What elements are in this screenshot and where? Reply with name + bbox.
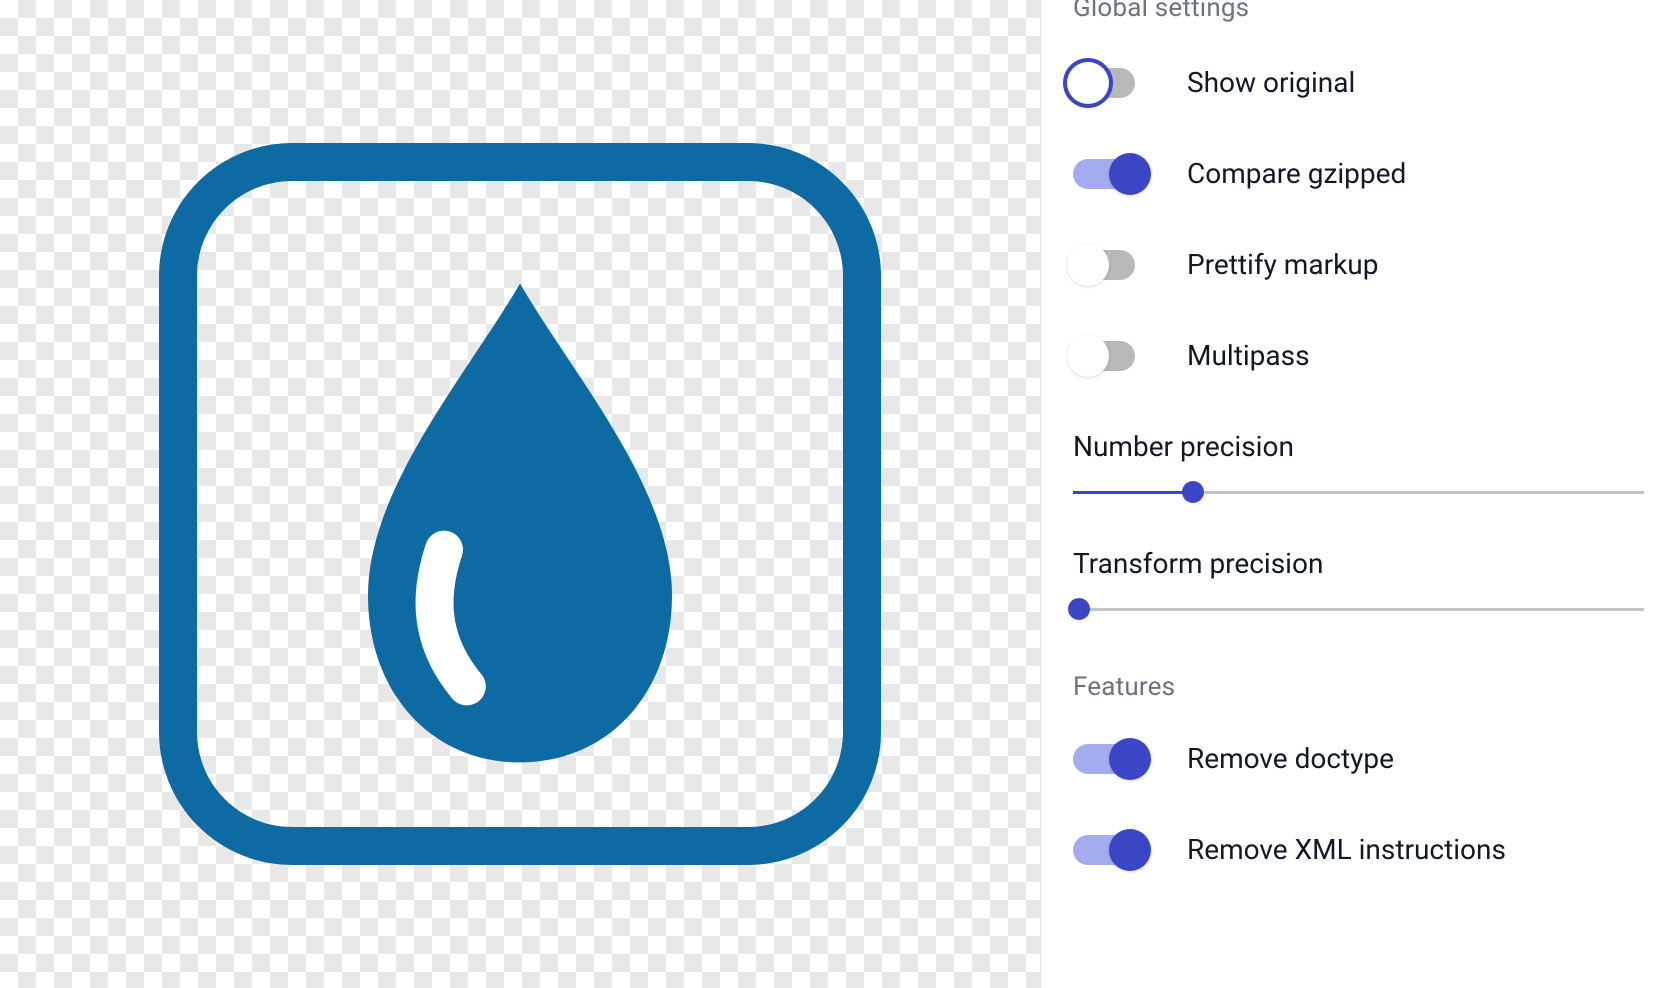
number-precision-slider[interactable]	[1073, 481, 1644, 503]
compare-gzipped-toggle[interactable]	[1073, 159, 1145, 189]
number-precision-group: Number precision	[1073, 430, 1644, 503]
prettify-markup-row: Prettify markup	[1073, 248, 1644, 281]
number-precision-label: Number precision	[1073, 430, 1644, 463]
compare-gzipped-row: Compare gzipped	[1073, 157, 1644, 190]
show-original-row: Show original	[1073, 66, 1644, 99]
remove-doctype-row: Remove doctype	[1073, 742, 1644, 775]
compare-gzipped-label: Compare gzipped	[1187, 157, 1406, 190]
multipass-toggle[interactable]	[1073, 341, 1145, 371]
preview-pane	[0, 0, 1040, 988]
features-header: Features	[1073, 672, 1644, 702]
features-list: Remove doctype Remove XML instructions	[1073, 742, 1644, 866]
remove-xml-instructions-label: Remove XML instructions	[1187, 833, 1506, 866]
remove-doctype-toggle[interactable]	[1073, 744, 1145, 774]
transform-precision-label: Transform precision	[1073, 547, 1644, 580]
remove-xml-instructions-row: Remove XML instructions	[1073, 833, 1644, 866]
svg-preview	[140, 124, 900, 884]
water-drop-icon	[140, 124, 900, 884]
transform-precision-group: Transform precision	[1073, 547, 1644, 620]
show-original-toggle[interactable]	[1073, 68, 1145, 98]
show-original-label: Show original	[1187, 66, 1355, 99]
prettify-markup-label: Prettify markup	[1187, 248, 1378, 281]
transform-precision-slider[interactable]	[1073, 598, 1644, 620]
settings-pane: Global settings Show original Compare gz…	[1040, 0, 1676, 988]
prettify-markup-toggle[interactable]	[1073, 250, 1145, 280]
multipass-label: Multipass	[1187, 339, 1310, 372]
multipass-row: Multipass	[1073, 339, 1644, 372]
remove-doctype-label: Remove doctype	[1187, 742, 1394, 775]
remove-xml-instructions-toggle[interactable]	[1073, 835, 1145, 865]
global-settings-header: Global settings	[1073, 0, 1644, 23]
